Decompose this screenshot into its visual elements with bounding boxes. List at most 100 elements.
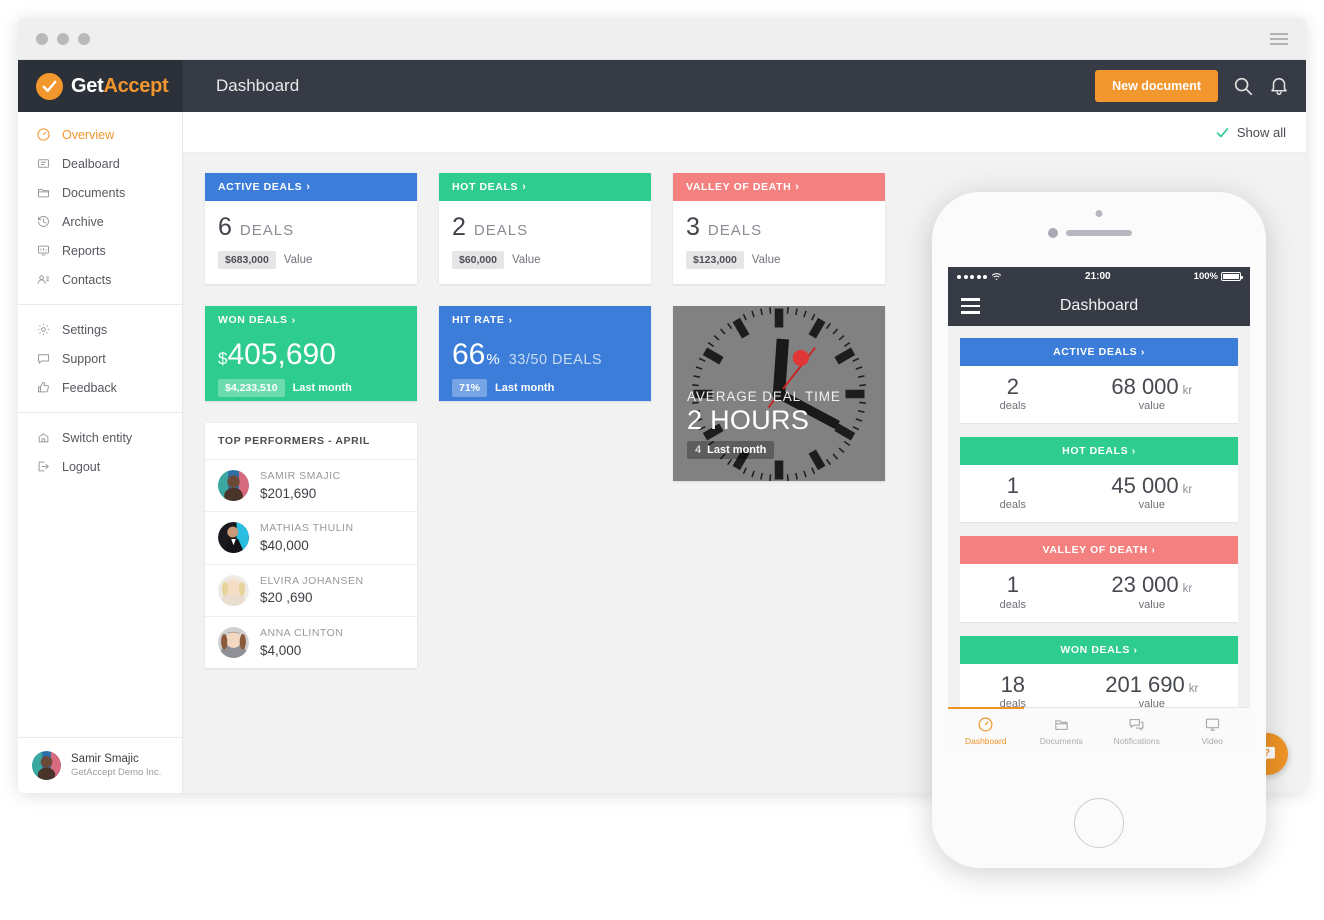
sidebar-item-contacts[interactable]: Contacts: [18, 265, 182, 294]
sidebar-group-main: Overview Dealboard Documents Archive Rep…: [18, 112, 182, 302]
sidebar-item-archive[interactable]: Archive: [18, 207, 182, 236]
sidebar-item-documents[interactable]: Documents: [18, 178, 182, 207]
column-left: WON DEALS › $405,690 $4,233,510 Last mont…: [205, 306, 417, 669]
mobile-card-header[interactable]: VALLEY OF DEATH ›: [960, 536, 1238, 565]
switch-icon: [36, 430, 51, 445]
mobile-card-count-label: deals: [999, 499, 1026, 512]
kpi-card-active-deals[interactable]: ACTIVE DEALS › 6 DEALS $683,000 Value: [205, 173, 417, 284]
close-button[interactable]: [36, 32, 48, 45]
average-deal-time-card[interactable]: AVERAGE DEAL TIME 2 HOURS 4 Last month: [673, 306, 885, 481]
sidebar-item-support[interactable]: Support: [18, 344, 182, 373]
mobile-card-title: ACTIVE DEALS: [1053, 346, 1138, 358]
top-performer-row[interactable]: MATHIAS THULIN $40,000: [205, 512, 417, 565]
hamburger-icon[interactable]: [961, 298, 980, 314]
chevron-right-icon: ›: [1133, 643, 1138, 656]
check-icon: [36, 72, 63, 100]
mobile-card-count-block: 1 deals: [960, 473, 1066, 512]
top-performer-amount: $40,000: [260, 538, 309, 554]
sidebar-item-label: Logout: [62, 459, 101, 474]
kpi-sub: $123,000 Value: [686, 251, 872, 269]
sidebar-divider: [18, 304, 182, 305]
mobile-card-hot-deals[interactable]: HOT DEALS › 1 deals 45 000 kr value: [960, 437, 1238, 523]
mobile-card-valley-of-death[interactable]: VALLEY OF DEATH › 1 deals 23 000 kr value: [960, 536, 1238, 622]
mobile-card-currency: kr: [1182, 385, 1193, 397]
tab-dashboard[interactable]: Dashboard: [948, 707, 1024, 753]
mobile-card-header[interactable]: ACTIVE DEALS ›: [960, 338, 1238, 366]
maximize-button[interactable]: [78, 32, 90, 45]
chevron-right-icon: ›: [1131, 445, 1136, 458]
kpi-card-body: 6 DEALS $683,000 Value: [205, 201, 417, 284]
won-deals-title: WON DEALS: [218, 314, 288, 326]
chat-icon: [1128, 716, 1145, 733]
sidebar-user-profile[interactable]: Samir Smajic GetAccept Demo Inc.: [18, 737, 183, 793]
kpi-card-hot-deals[interactable]: HOT DEALS › 2 DEALS $60,000 Value: [439, 173, 651, 284]
mobile-card-count: 2: [1006, 374, 1019, 399]
sidebar-item-label: Documents: [62, 185, 126, 200]
won-deals-body: $405,690 $4,233,510 Last month: [205, 334, 417, 397]
hit-rate-card[interactable]: HIT RATE › 66% 33/50 DEALS 71% Last month: [439, 306, 651, 401]
kpi-sub: $60,000 Value: [452, 251, 638, 269]
tab-notifications[interactable]: Notifications: [1099, 708, 1175, 753]
won-deals-chip: $4,233,510: [218, 379, 285, 397]
mobile-card-currency: kr: [1188, 682, 1199, 695]
mobile-card-header[interactable]: WON DEALS ›: [960, 635, 1238, 664]
mobile-card-value: 23 000: [1111, 572, 1179, 598]
minimize-button[interactable]: [57, 32, 69, 45]
kpi-card-valley-of-death[interactable]: VALLEY OF DEATH › 3 DEALS $123,000 Value: [673, 173, 885, 284]
bell-icon[interactable]: [1268, 75, 1290, 97]
mobile-card-body: 2 deals 68 000 kr value: [960, 366, 1238, 424]
kpi-card-header[interactable]: VALLEY OF DEATH ›: [673, 173, 885, 201]
mobile-card-value-block: 23 000 kr value: [1066, 572, 1238, 611]
tab-video[interactable]: Video: [1175, 708, 1251, 753]
kpi-card-title: HOT DEALS: [452, 181, 519, 193]
sidebar-item-overview[interactable]: Overview: [18, 120, 182, 149]
column-middle: HIT RATE › 66% 33/50 DEALS 71% Last month: [439, 306, 651, 401]
sidebar-item-label: Settings: [62, 322, 108, 337]
hamburger-icon[interactable]: [1270, 32, 1288, 45]
kpi-count: 6 DEALS: [218, 215, 404, 240]
new-document-button[interactable]: New document: [1095, 70, 1218, 102]
show-all-toggle[interactable]: Show all: [1237, 125, 1286, 140]
tab-label: Notifications: [1113, 735, 1160, 746]
ios-battery: 100%: [1194, 271, 1243, 282]
phone-home-button[interactable]: [1074, 798, 1124, 848]
won-deals-card[interactable]: WON DEALS › $405,690 $4,233,510 Last mont…: [205, 306, 417, 401]
kpi-card-body: 3 DEALS $123,000 Value: [673, 201, 885, 284]
mobile-card-active-deals[interactable]: ACTIVE DEALS › 2 deals 68 000 kr value: [960, 338, 1238, 424]
mobile-card-value-label: value: [1138, 499, 1165, 512]
top-performer-row[interactable]: SAMIR SMAJIC $201,690: [205, 460, 417, 513]
chevron-right-icon: ›: [522, 181, 527, 193]
search-icon[interactable]: [1232, 75, 1254, 97]
kpi-card-title: VALLEY OF DEATH: [686, 181, 792, 193]
sidebar-item-feedback[interactable]: Feedback: [18, 373, 182, 402]
won-deals-sub: $4,233,510 Last month: [218, 379, 404, 397]
mobile-card-count: 1: [1006, 473, 1019, 499]
hit-rate-number: 66: [452, 338, 486, 371]
hit-rate-header[interactable]: HIT RATE ›: [439, 306, 651, 334]
top-performer-row[interactable]: ANNA CLINTON $4,000: [205, 617, 417, 668]
chevron-right-icon: ›: [306, 181, 311, 193]
top-performer-row[interactable]: ELVIRA JOHANSEN $20 ,690: [205, 565, 417, 617]
sidebar-item-label: Feedback: [62, 380, 117, 395]
currency-symbol: $: [218, 349, 228, 368]
kpi-card-header[interactable]: HOT DEALS ›: [439, 173, 651, 201]
window-controls[interactable]: [36, 32, 90, 45]
mobile-card-header[interactable]: HOT DEALS ›: [960, 437, 1238, 466]
avatar: [32, 751, 61, 780]
won-deals-amount: 405,690: [227, 338, 336, 371]
mobile-card-count-block: 1 deals: [960, 573, 1066, 611]
won-deals-header[interactable]: WON DEALS ›: [205, 306, 417, 334]
mobile-card-currency: kr: [1182, 583, 1193, 596]
phone-sensor: [1048, 228, 1058, 238]
tab-label: Dashboard: [964, 735, 1007, 746]
brand-logo[interactable]: GetAccept: [18, 60, 183, 112]
kpi-card-header[interactable]: ACTIVE DEALS ›: [205, 173, 417, 201]
sidebar-item-reports[interactable]: Reports: [18, 236, 182, 265]
sidebar-item-label: Archive: [62, 214, 104, 229]
sidebar-item-dealboard[interactable]: Dealboard: [18, 149, 182, 178]
kpi-count-value: 3: [686, 213, 700, 241]
sidebar-item-logout[interactable]: Logout: [18, 452, 182, 481]
sidebar-item-switch-entity[interactable]: Switch entity: [18, 423, 182, 452]
sidebar-item-settings[interactable]: Settings: [18, 315, 182, 344]
tab-documents[interactable]: Documents: [1024, 708, 1100, 753]
